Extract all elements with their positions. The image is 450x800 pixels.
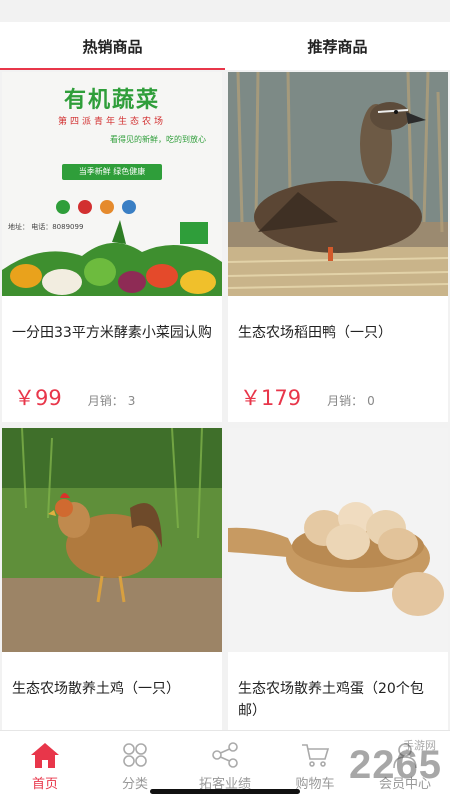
product-title: 生态农场稻田鸭（一只） bbox=[238, 325, 392, 341]
poster-banner: 当季新鲜 绿色健康 bbox=[62, 164, 162, 180]
product-image-duck-photo bbox=[228, 72, 448, 296]
poster-title: 有机蔬菜 bbox=[63, 88, 160, 113]
product-title: 生态农场散养土鸡蛋（20个包邮） bbox=[238, 681, 424, 719]
product-price: ￥179 bbox=[240, 386, 302, 410]
monthly-sales-label: 月销： bbox=[87, 394, 124, 408]
tab-hot-products[interactable]: 热销商品 bbox=[0, 22, 225, 70]
share-icon bbox=[211, 741, 239, 769]
site-watermark-logo: 2265 手游网 bbox=[349, 740, 442, 788]
monthly-sales-count: 0 bbox=[367, 394, 375, 408]
active-tab-indicator bbox=[0, 68, 225, 70]
vegetables-illustration bbox=[2, 220, 222, 296]
product-image-chicken-photo bbox=[2, 428, 222, 652]
product-meta: ￥179 月销： 0 bbox=[228, 372, 448, 412]
product-card[interactable]: 有机蔬菜 第四派青年生态农场 看得见的新鲜，吃的到放心 当季新鲜 绿色健康 地址… bbox=[2, 72, 222, 422]
status-bar bbox=[0, 0, 450, 22]
poster-slogan: 看得见的新鲜，吃的到放心 bbox=[110, 135, 206, 144]
monthly-sales: 月销： 0 bbox=[323, 392, 375, 409]
product-image-vegetable-poster: 有机蔬菜 第四派青年生态农场 看得见的新鲜，吃的到放心 当季新鲜 绿色健康 地址… bbox=[2, 72, 222, 296]
product-grid: 有机蔬菜 第四派青年生态农场 看得见的新鲜，吃的到放心 当季新鲜 绿色健康 地址… bbox=[0, 72, 450, 778]
cart-icon bbox=[300, 741, 330, 769]
poster-subtitle: 第四派青年生态农场 bbox=[57, 117, 166, 127]
nav-item-home[interactable]: 首页 bbox=[0, 731, 90, 800]
product-card[interactable]: 生态农场散养土鸡蛋（20个包邮） bbox=[228, 428, 448, 778]
product-image-eggs-photo bbox=[228, 428, 448, 652]
product-card[interactable]: 生态农场散养土鸡（一只） bbox=[2, 428, 222, 778]
product-tabs: 热销商品 推荐商品 bbox=[0, 22, 450, 70]
monthly-sales: 月销： 3 bbox=[84, 392, 136, 409]
monthly-sales-label: 月销： bbox=[327, 394, 364, 408]
watermark-caption: 手游网 bbox=[403, 740, 436, 752]
product-title: 一分田33平方米酵素小菜园认购 bbox=[12, 325, 212, 341]
tab-recommended-products[interactable]: 推荐商品 bbox=[225, 22, 450, 70]
home-icon bbox=[30, 741, 60, 769]
monthly-sales-count: 3 bbox=[127, 394, 136, 408]
nav-label: 分类 bbox=[121, 777, 148, 792]
home-indicator bbox=[150, 789, 300, 794]
category-icon bbox=[122, 741, 148, 769]
nav-label: 购物车 bbox=[295, 777, 335, 792]
product-title: 生态农场散养土鸡（一只） bbox=[12, 681, 180, 697]
product-price: ￥99 bbox=[14, 386, 62, 410]
product-card[interactable]: 生态农场稻田鸭（一只） ￥179 月销： 0 bbox=[228, 72, 448, 422]
product-meta: ￥99 月销： 3 bbox=[2, 372, 222, 412]
nav-label: 首页 bbox=[31, 777, 58, 792]
